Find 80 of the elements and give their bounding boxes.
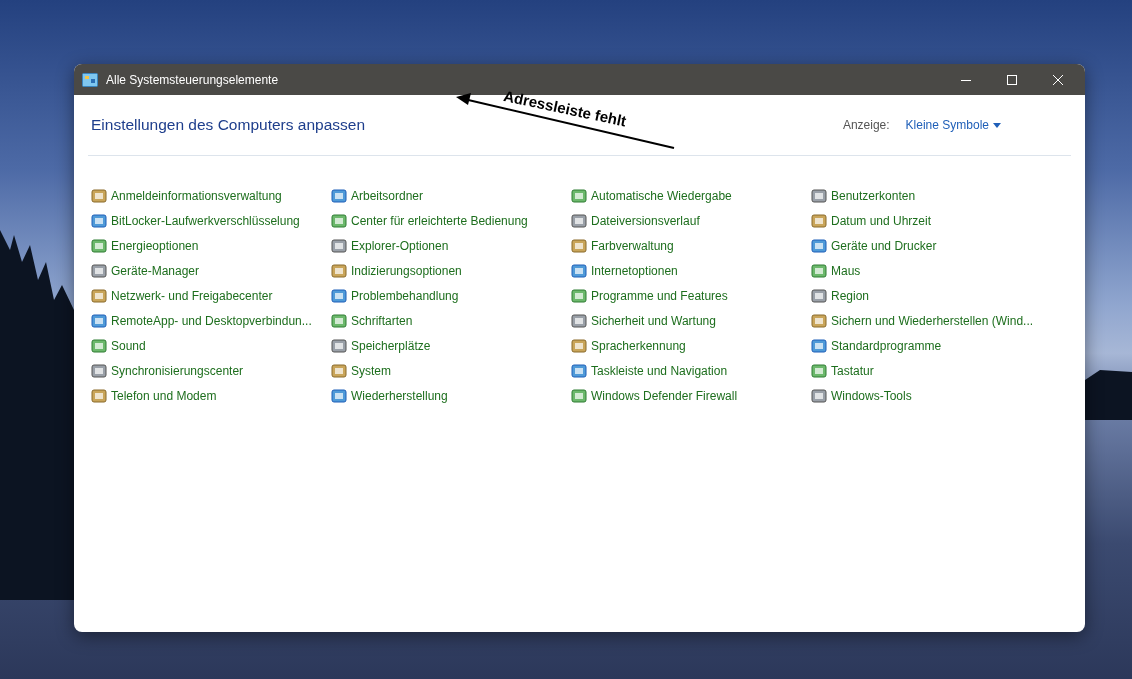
settings-item-icon bbox=[91, 387, 107, 404]
settings-item-icon bbox=[571, 187, 587, 204]
settings-item-icon bbox=[811, 337, 827, 354]
settings-item-icon bbox=[811, 212, 827, 229]
close-icon bbox=[1053, 74, 1063, 85]
control-panel-link[interactable]: Problembehandlung bbox=[331, 283, 571, 308]
settings-item-icon bbox=[91, 362, 107, 379]
control-panel-link[interactable]: Maus bbox=[811, 258, 1051, 283]
control-panel-link[interactable]: Farbverwaltung bbox=[571, 233, 811, 258]
settings-item-icon bbox=[571, 312, 587, 329]
control-panel-link[interactable]: Tastatur bbox=[811, 358, 1051, 383]
settings-item-icon bbox=[331, 212, 347, 229]
control-panel-link[interactable]: Geräte-Manager bbox=[91, 258, 331, 283]
settings-item-icon bbox=[91, 312, 107, 329]
control-panel-link[interactable]: Schriftarten bbox=[331, 308, 571, 333]
settings-item-icon bbox=[811, 262, 827, 279]
control-panel-link[interactable]: Dateiversionsverlauf bbox=[571, 208, 811, 233]
settings-item-icon bbox=[91, 212, 107, 229]
settings-item-icon bbox=[811, 187, 827, 204]
control-panel-link[interactable]: Region bbox=[811, 283, 1051, 308]
settings-item-icon bbox=[91, 287, 107, 304]
control-panel-link[interactable]: Benutzerkonten bbox=[811, 183, 1051, 208]
control-panel-link[interactable]: Geräte und Drucker bbox=[811, 233, 1051, 258]
settings-item-icon bbox=[571, 212, 587, 229]
window-title: Alle Systemsteuerungselemente bbox=[106, 71, 280, 89]
control-panel-link[interactable]: Standardprogramme bbox=[811, 333, 1051, 358]
control-panel-link[interactable]: RemoteApp- und Desktopverbindun... bbox=[91, 308, 331, 333]
settings-item-icon bbox=[571, 362, 587, 379]
control-panel-icon bbox=[82, 72, 98, 87]
control-panel-link[interactable]: Internetoptionen bbox=[571, 258, 811, 283]
control-panel-link[interactable]: BitLocker-Laufwerkverschlüsselung bbox=[91, 208, 331, 233]
settings-item-icon bbox=[91, 237, 107, 254]
control-panel-link[interactable]: Energieoptionen bbox=[91, 233, 331, 258]
caret-icon bbox=[993, 122, 1001, 128]
settings-item-icon bbox=[331, 187, 347, 204]
control-panel-link[interactable]: Taskleiste und Navigation bbox=[571, 358, 811, 383]
settings-item-icon bbox=[331, 337, 347, 354]
settings-item-icon bbox=[571, 387, 587, 404]
control-panel-link[interactable]: Sound bbox=[91, 333, 331, 358]
control-panel-link[interactable]: System bbox=[331, 358, 571, 383]
control-panel-link[interactable]: Sichern und Wiederherstellen (Wind... bbox=[811, 308, 1051, 333]
control-panel-link[interactable]: Windows-Tools bbox=[811, 383, 1051, 408]
settings-item-icon bbox=[331, 387, 347, 404]
control-panel-link[interactable]: Wiederherstellung bbox=[331, 383, 571, 408]
control-panel-link[interactable]: Programme und Features bbox=[571, 283, 811, 308]
settings-item-icon bbox=[571, 287, 587, 304]
settings-item-icon bbox=[331, 237, 347, 254]
view-dropdown[interactable]: Kleine Symbole bbox=[905, 116, 1001, 134]
settings-item-icon bbox=[571, 262, 587, 279]
settings-item-icon bbox=[91, 337, 107, 354]
control-panel-link[interactable]: Datum und Uhrzeit bbox=[811, 208, 1051, 233]
maximize-icon bbox=[1007, 74, 1017, 85]
settings-item-icon bbox=[571, 337, 587, 354]
settings-item-icon bbox=[91, 262, 107, 279]
settings-item-icon bbox=[331, 262, 347, 279]
control-panel-link[interactable]: Speicherplätze bbox=[331, 333, 571, 358]
settings-item-icon bbox=[811, 387, 827, 404]
control-panel-link[interactable]: Anmeldeinformationsverwaltung bbox=[91, 183, 331, 208]
control-panel-link[interactable]: Automatische Wiedergabe bbox=[571, 183, 811, 208]
control-panel-link[interactable]: Spracherkennung bbox=[571, 333, 811, 358]
control-panel-link[interactable]: Indizierungsoptionen bbox=[331, 258, 571, 283]
settings-item-icon bbox=[571, 237, 587, 254]
control-panel-link[interactable]: Netzwerk- und Freigabecenter bbox=[91, 283, 331, 308]
settings-item-icon bbox=[811, 237, 827, 254]
settings-item-icon bbox=[331, 362, 347, 379]
control-panel-link[interactable]: Sicherheit und Wartung bbox=[571, 308, 811, 333]
settings-item-icon bbox=[811, 362, 827, 379]
control-panel-link[interactable]: Synchronisierungscenter bbox=[91, 358, 331, 383]
settings-item-icon bbox=[331, 287, 347, 304]
settings-item-icon bbox=[91, 187, 107, 204]
settings-item-icon bbox=[811, 287, 827, 304]
control-panel-link[interactable]: Windows Defender Firewall bbox=[571, 383, 811, 408]
settings-item-icon bbox=[811, 312, 827, 329]
control-panel-link[interactable]: Explorer-Optionen bbox=[331, 233, 571, 258]
control-panel-link[interactable]: Arbeitsordner bbox=[331, 183, 571, 208]
page-heading: Einstellungen des Computers anpassen bbox=[91, 115, 365, 136]
view-label: Anzeige: bbox=[842, 117, 890, 134]
control-panel-link[interactable]: Center für erleichterte Bedienung bbox=[331, 208, 571, 233]
settings-item-icon bbox=[331, 312, 347, 329]
control-panel-link[interactable]: Telefon und Modem bbox=[91, 383, 331, 408]
